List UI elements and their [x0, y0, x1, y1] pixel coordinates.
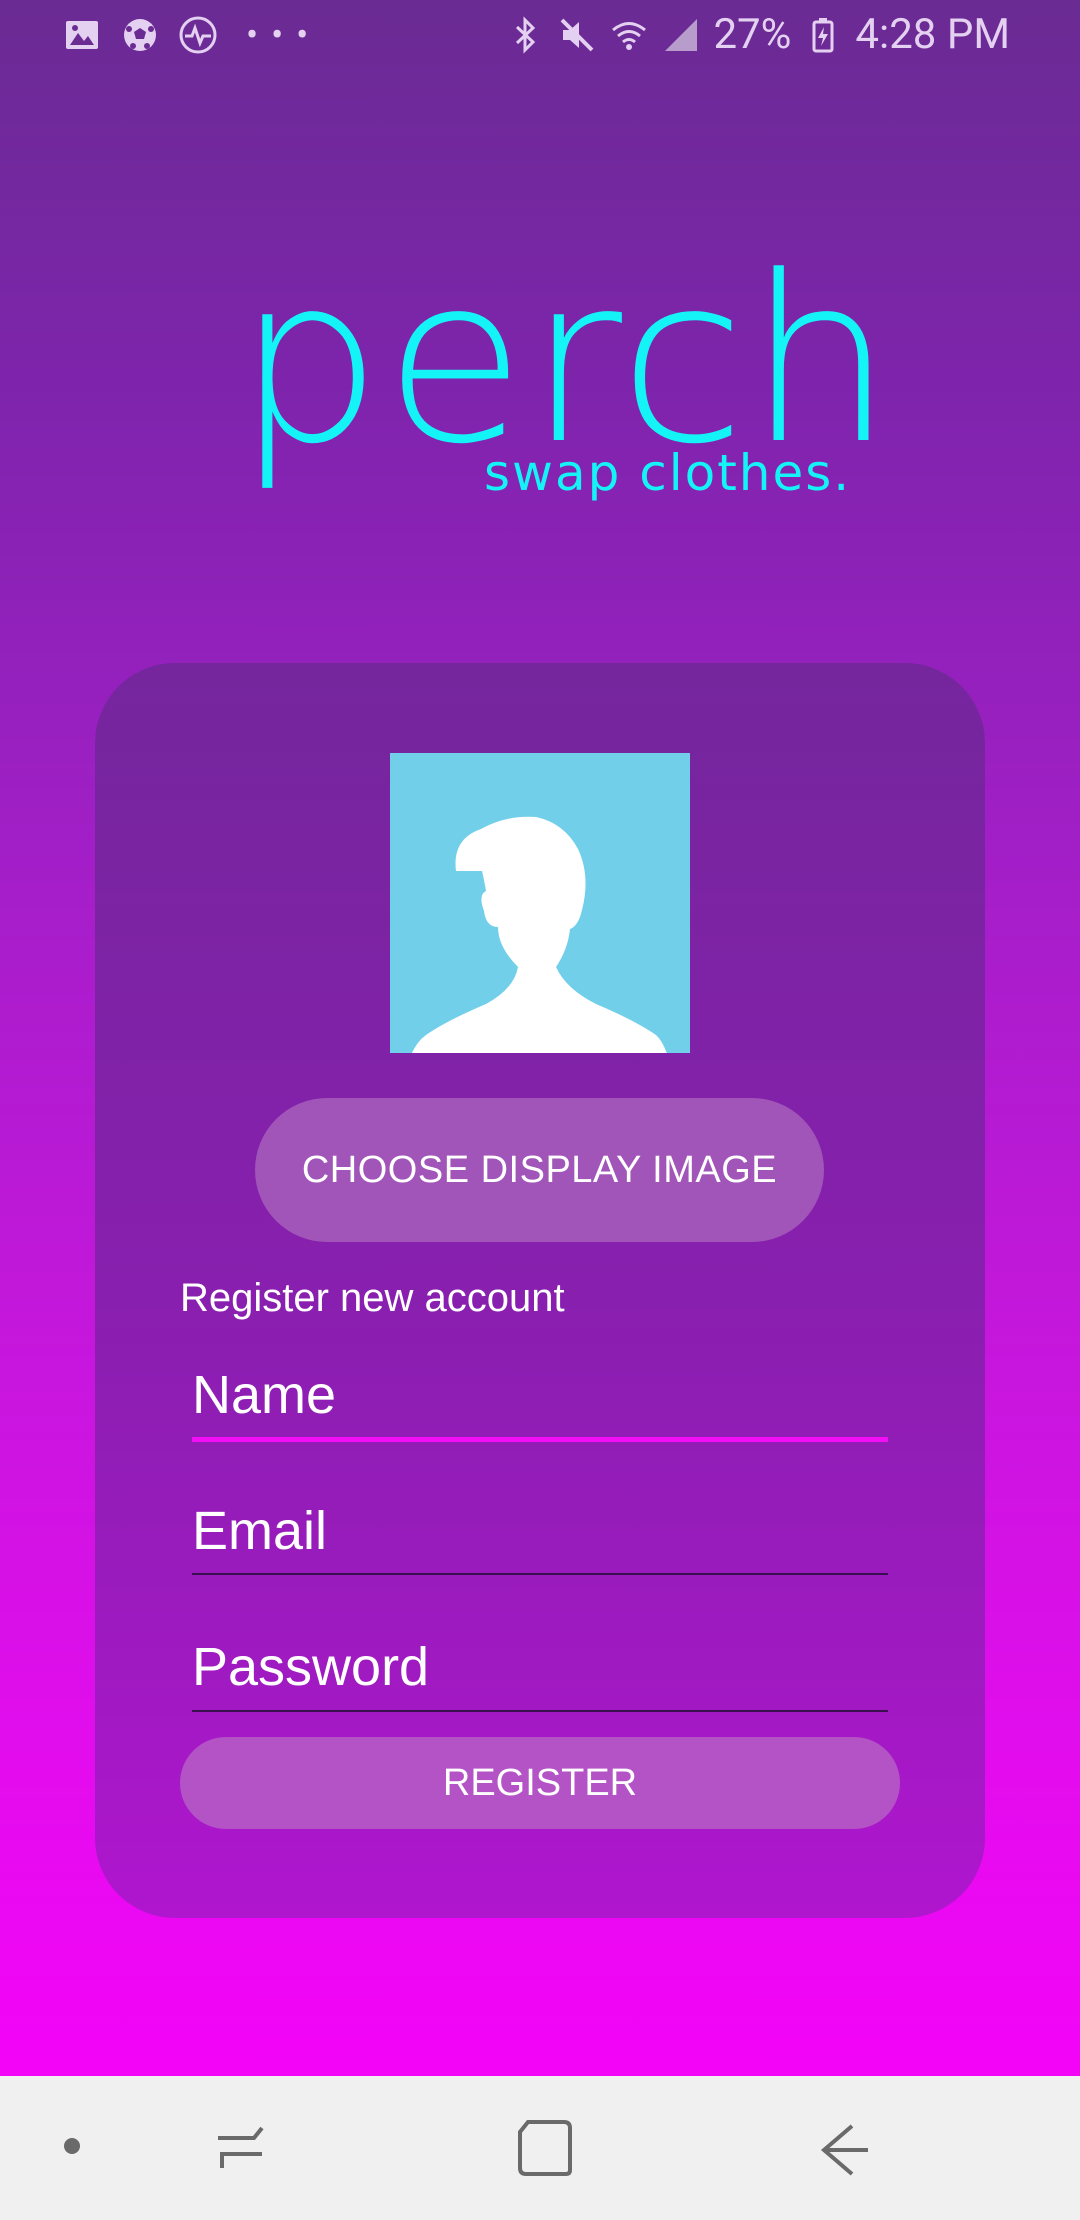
health-pulse-icon — [179, 16, 217, 54]
signal-icon — [665, 18, 698, 51]
battery-percent: 27% — [713, 10, 792, 59]
choose-display-image-button[interactable]: CHOOSE DISPLAY IMAGE — [255, 1098, 824, 1242]
soccer-ball-icon — [124, 19, 156, 51]
logo-wordmark: perch — [236, 228, 896, 495]
name-field-underline — [192, 1437, 888, 1442]
email-field[interactable] — [192, 1491, 888, 1571]
clock: 4:28 PM — [855, 10, 1010, 59]
nav-dot-icon[interactable] — [64, 2138, 80, 2154]
register-button[interactable]: REGISTER — [180, 1737, 900, 1829]
status-bar-right: 27% 4:28 PM — [505, 10, 1010, 59]
status-bar-left: • • • — [62, 14, 310, 56]
status-bar: • • • 27% 4:28 PM — [0, 0, 1080, 72]
person-silhouette-icon — [411, 816, 667, 1053]
display-image-preview — [390, 753, 690, 1053]
more-dots-icon: • • • — [246, 14, 311, 56]
bluetooth-icon — [516, 15, 536, 54]
recent-apps-icon[interactable] — [214, 2122, 270, 2178]
logo-tagline: swap clothes. — [484, 444, 852, 502]
password-field-underline — [192, 1710, 888, 1712]
name-field[interactable] — [192, 1355, 888, 1435]
back-icon[interactable] — [818, 2122, 874, 2178]
gallery-icon — [66, 21, 98, 49]
mute-icon — [561, 18, 594, 51]
home-icon[interactable] — [514, 2118, 574, 2178]
navigation-bar — [0, 2076, 1080, 2220]
register-heading: Register new account — [180, 1276, 565, 1320]
password-field[interactable] — [192, 1627, 888, 1707]
email-field-underline — [192, 1573, 888, 1575]
battery-icon — [812, 17, 834, 52]
wifi-icon — [612, 21, 647, 50]
